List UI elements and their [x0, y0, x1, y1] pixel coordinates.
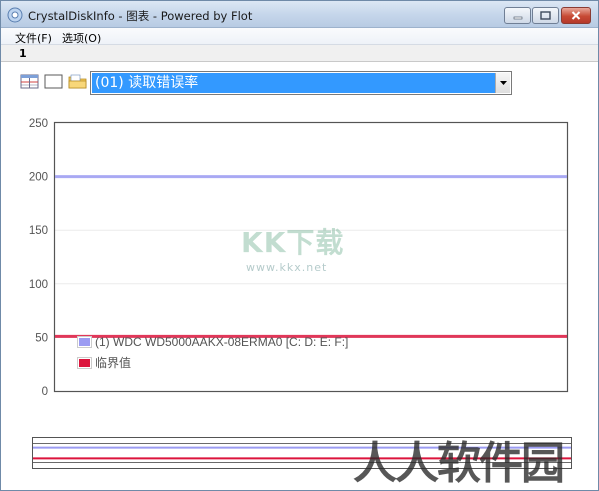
legend-swatch — [79, 338, 90, 346]
y-tick-label: 50 — [35, 332, 48, 344]
tab-1[interactable]: 1 — [19, 47, 27, 60]
legend-label: (1) WDC WD5000AAKX-08ERMA0 [C: D: E: F:] — [95, 335, 348, 349]
legend-label: 临界值 — [95, 355, 131, 370]
kkx-watermark-sub: www.kkx.net — [246, 261, 328, 274]
legend-swatch — [79, 359, 90, 367]
maximize-icon — [540, 11, 551, 20]
corner-watermark: 人人软件园 — [353, 438, 565, 489]
kkx-watermark-main: KK下载 — [241, 226, 345, 259]
kkx-watermark: KK下载 www.kkx.net — [241, 221, 366, 281]
attribute-select-value: (01) 读取错误率 — [92, 73, 495, 93]
minimize-icon — [513, 16, 522, 19]
menu-options[interactable]: 选项(O) — [62, 30, 101, 46]
crystaldiskinfo-app-icon — [7, 7, 23, 23]
menu-file[interactable]: 文件(F) — [15, 30, 52, 46]
menu-bar: 文件(F) 选项(O) — [1, 28, 598, 45]
folder-icon[interactable] — [68, 73, 87, 90]
chart-window: CrystalDiskInfo - 图表 - Powered by Flot 文… — [0, 0, 599, 491]
y-tick-label: 250 — [29, 118, 48, 130]
y-tick-label: 200 — [29, 172, 48, 184]
attribute-select[interactable]: (01) 读取错误率 — [90, 71, 512, 95]
minimize-button[interactable] — [504, 7, 531, 24]
window-title: CrystalDiskInfo - 图表 - Powered by Flot — [28, 9, 253, 23]
title-bar[interactable]: CrystalDiskInfo - 图表 - Powered by Flot — [1, 1, 598, 28]
select-dropdown-button[interactable] — [495, 73, 510, 93]
table-icon[interactable] — [20, 73, 39, 90]
close-button[interactable] — [561, 7, 591, 24]
y-tick-label: 100 — [29, 279, 48, 291]
chevron-down-icon — [499, 81, 507, 85]
tab-strip: 1 — [1, 45, 598, 62]
y-tick-label: 150 — [29, 225, 48, 237]
close-icon — [571, 11, 581, 20]
window-icon[interactable] — [44, 73, 63, 90]
y-tick-label: 0 — [42, 386, 48, 398]
maximize-button[interactable] — [532, 7, 559, 24]
